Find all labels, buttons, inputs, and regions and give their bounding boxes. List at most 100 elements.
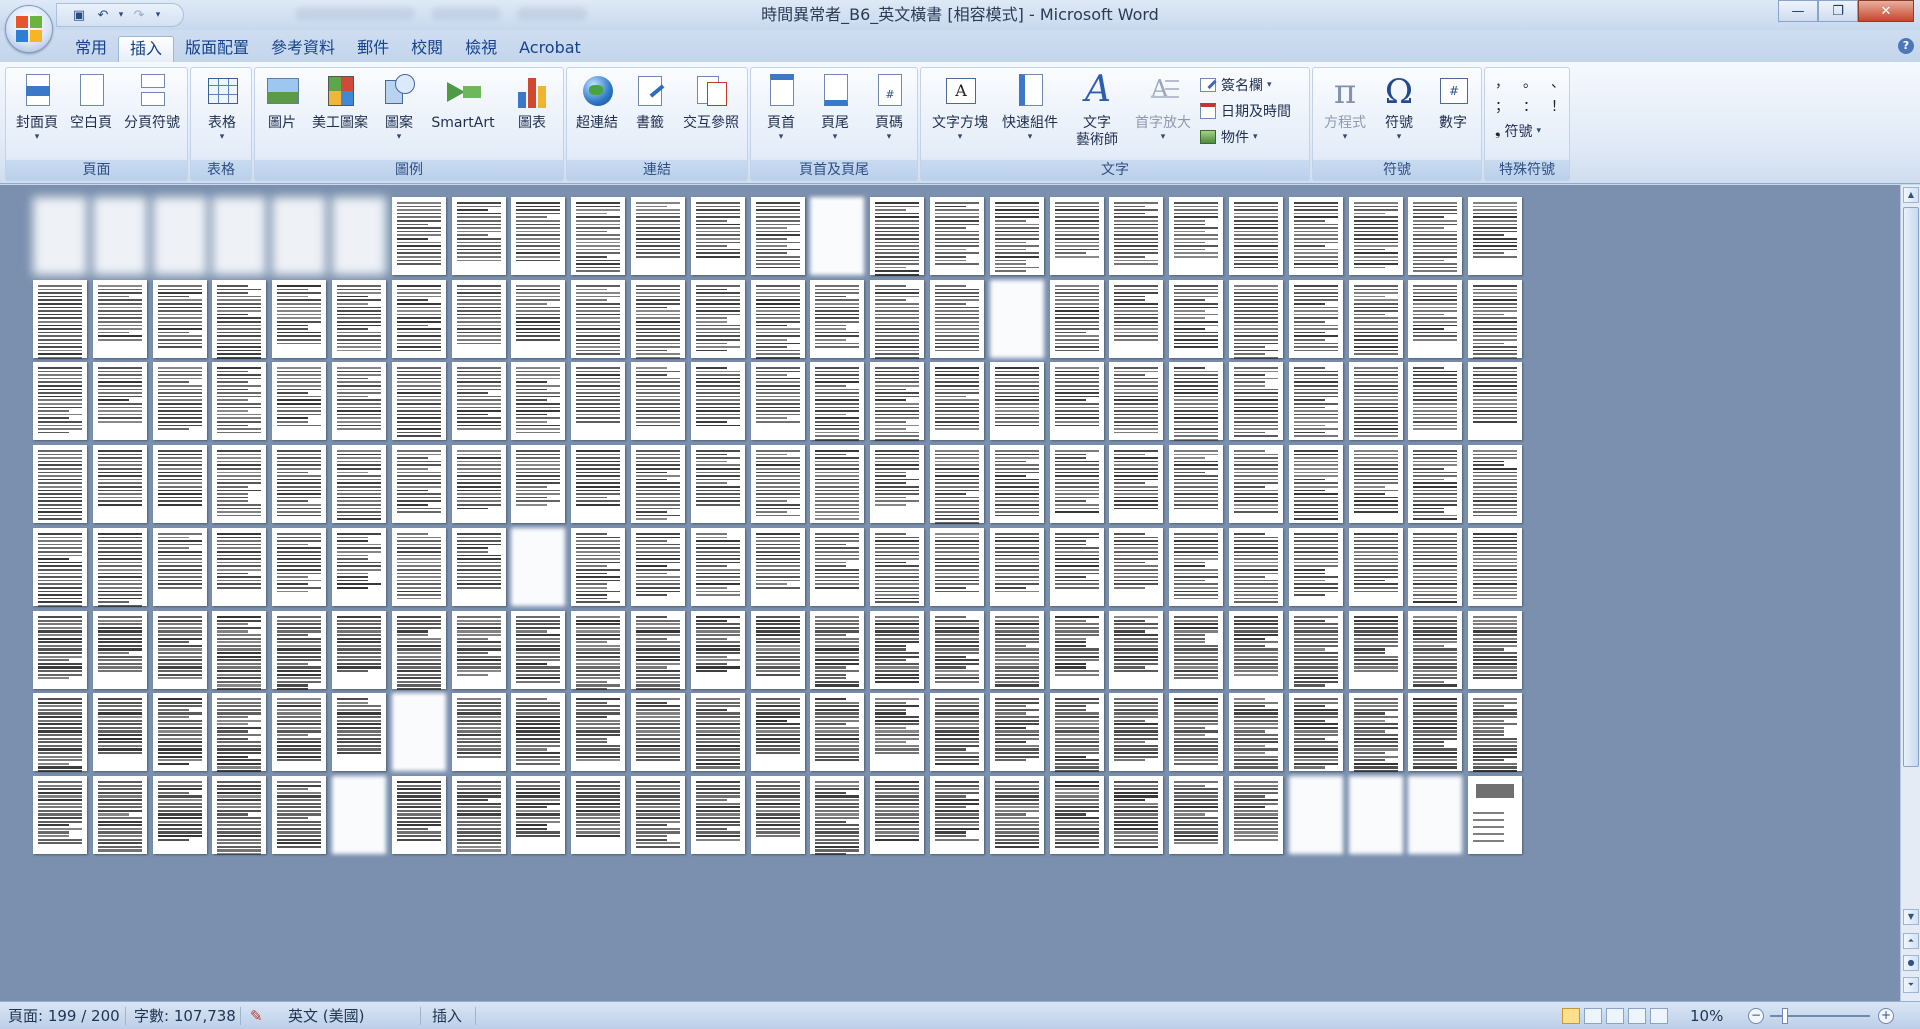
signature-line-button[interactable]: 簽名欄 ▾ <box>1199 74 1272 96</box>
smartart-button[interactable]: SmartArt <box>423 70 503 158</box>
page-thumbnail[interactable] <box>631 776 685 854</box>
scroll-down-button[interactable]: ▼ <box>1903 909 1919 925</box>
page-thumbnail[interactable] <box>631 445 685 523</box>
page-thumbnail[interactable] <box>1109 528 1163 606</box>
page-thumbnail[interactable] <box>33 611 87 689</box>
page-thumbnail[interactable] <box>571 280 625 358</box>
page-thumbnail[interactable] <box>691 197 745 275</box>
page-thumbnail[interactable] <box>1050 776 1104 854</box>
page-thumbnail[interactable] <box>1229 197 1283 275</box>
page-thumbnail[interactable] <box>1408 197 1462 275</box>
page-thumbnail[interactable] <box>452 280 506 358</box>
page-thumbnail[interactable] <box>990 445 1044 523</box>
full-screen-reading-view-icon[interactable] <box>1584 1008 1602 1024</box>
page-thumbnail[interactable] <box>990 693 1044 771</box>
page-thumbnail[interactable] <box>1050 611 1104 689</box>
page-thumbnail[interactable] <box>332 445 386 523</box>
page-thumbnail[interactable] <box>870 197 924 276</box>
page-thumbnail[interactable] <box>153 362 207 440</box>
page-thumbnail[interactable] <box>93 611 147 689</box>
page-thumbnail[interactable] <box>272 611 326 691</box>
page-thumbnail[interactable] <box>93 528 147 607</box>
page-thumbnail[interactable] <box>1408 611 1462 689</box>
page-thumbnail[interactable] <box>452 693 506 771</box>
page-thumbnail[interactable] <box>810 197 864 275</box>
page-thumbnail[interactable] <box>1289 693 1343 771</box>
page-thumbnail[interactable] <box>93 197 147 275</box>
page-thumbnail[interactable] <box>33 280 87 359</box>
page-thumbnail[interactable] <box>1408 445 1462 523</box>
period-symbol[interactable]: 。 <box>1523 73 1537 93</box>
page-thumbnail[interactable] <box>212 611 266 691</box>
page-thumbnail[interactable] <box>332 280 386 358</box>
tab-acrobat[interactable]: Acrobat <box>508 36 592 62</box>
page-thumbnail[interactable] <box>1169 776 1223 854</box>
comma-symbol[interactable]: ， <box>1495 73 1509 93</box>
tab-mailings[interactable]: 郵件 <box>346 36 400 62</box>
page-thumbnail[interactable] <box>1468 528 1522 606</box>
page-thumbnail[interactable] <box>1289 776 1343 854</box>
page-thumbnail[interactable] <box>511 362 565 440</box>
page-thumbnail[interactable] <box>691 445 745 523</box>
web-layout-view-icon[interactable] <box>1606 1008 1624 1024</box>
header-button[interactable]: 頁首 ▾ <box>755 70 807 158</box>
page-thumbnail[interactable] <box>452 197 506 275</box>
page-thumbnail[interactable] <box>511 528 565 606</box>
page-thumbnail[interactable] <box>93 776 147 854</box>
zoom-out-button[interactable]: − <box>1748 1008 1764 1024</box>
proofing-icon[interactable]: ✎ <box>250 1002 263 1029</box>
page-thumbnail[interactable] <box>751 776 805 854</box>
page-thumbnail[interactable] <box>870 611 924 689</box>
page-thumbnail[interactable] <box>1289 611 1343 689</box>
page-thumbnail[interactable] <box>1050 528 1104 606</box>
page-thumbnail[interactable] <box>452 611 506 689</box>
page-thumbnail[interactable] <box>33 445 87 523</box>
page-thumbnail[interactable] <box>1289 528 1343 606</box>
page-thumbnail[interactable] <box>1050 197 1104 275</box>
page-count-status[interactable]: 頁面: 199 / 200 <box>8 1002 120 1029</box>
page-thumbnail[interactable] <box>1349 362 1403 440</box>
page-thumbnail[interactable] <box>691 611 745 689</box>
page-thumbnail[interactable] <box>631 693 685 771</box>
hyperlink-button[interactable]: 超連結 <box>569 70 625 158</box>
outline-view-icon[interactable] <box>1628 1008 1646 1024</box>
object-button[interactable]: 物件 ▾ <box>1199 126 1258 148</box>
page-thumbnail[interactable] <box>392 197 446 275</box>
page-thumbnail[interactable] <box>1468 362 1522 440</box>
tab-references[interactable]: 參考資料 <box>260 36 346 62</box>
date-time-button[interactable]: 日期及時間 <box>1199 100 1291 122</box>
tab-view[interactable]: 檢視 <box>454 36 508 62</box>
page-thumbnail[interactable] <box>571 445 625 523</box>
page-thumbnail[interactable] <box>1289 197 1343 275</box>
shapes-button[interactable]: 圖案 ▾ <box>375 70 423 158</box>
page-thumbnail[interactable] <box>810 693 864 771</box>
page-thumbnail[interactable] <box>153 693 207 771</box>
page-thumbnail[interactable] <box>1229 611 1283 689</box>
page-thumbnail[interactable] <box>33 197 87 275</box>
page-thumbnail[interactable] <box>751 611 805 689</box>
page-thumbnail[interactable] <box>1289 280 1343 358</box>
clipart-button[interactable]: 美工圖案 <box>305 70 375 158</box>
page-thumbnail[interactable] <box>93 445 147 523</box>
page-thumbnail[interactable] <box>1408 528 1462 606</box>
page-thumbnail[interactable] <box>1229 362 1283 440</box>
page-thumbnail[interactable] <box>870 528 924 606</box>
page-thumbnail[interactable] <box>571 776 625 854</box>
page-thumbnail[interactable] <box>272 197 326 275</box>
page-thumbnail[interactable] <box>452 362 506 440</box>
page-thumbnail[interactable] <box>810 611 864 689</box>
insert-mode-status[interactable]: 插入 <box>432 1002 462 1029</box>
cover-page-button[interactable]: 封面頁 ▾ <box>8 70 66 158</box>
page-thumbnail[interactable] <box>212 776 266 856</box>
page-thumbnail[interactable] <box>571 197 625 275</box>
page-thumbnail[interactable] <box>93 280 147 358</box>
page-thumbnail[interactable] <box>1408 280 1462 358</box>
chart-button[interactable]: 圖表 <box>507 70 557 158</box>
page-thumbnail[interactable] <box>1229 528 1283 606</box>
special-symbol-dropdown[interactable]: ❟ 符號 ▾ <box>1495 120 1541 142</box>
page-thumbnail[interactable] <box>1408 693 1462 771</box>
page-thumbnail[interactable] <box>452 528 506 606</box>
page-thumbnail[interactable] <box>631 611 685 691</box>
page-thumbnail[interactable] <box>930 528 984 606</box>
page-thumbnail[interactable] <box>1468 280 1522 359</box>
